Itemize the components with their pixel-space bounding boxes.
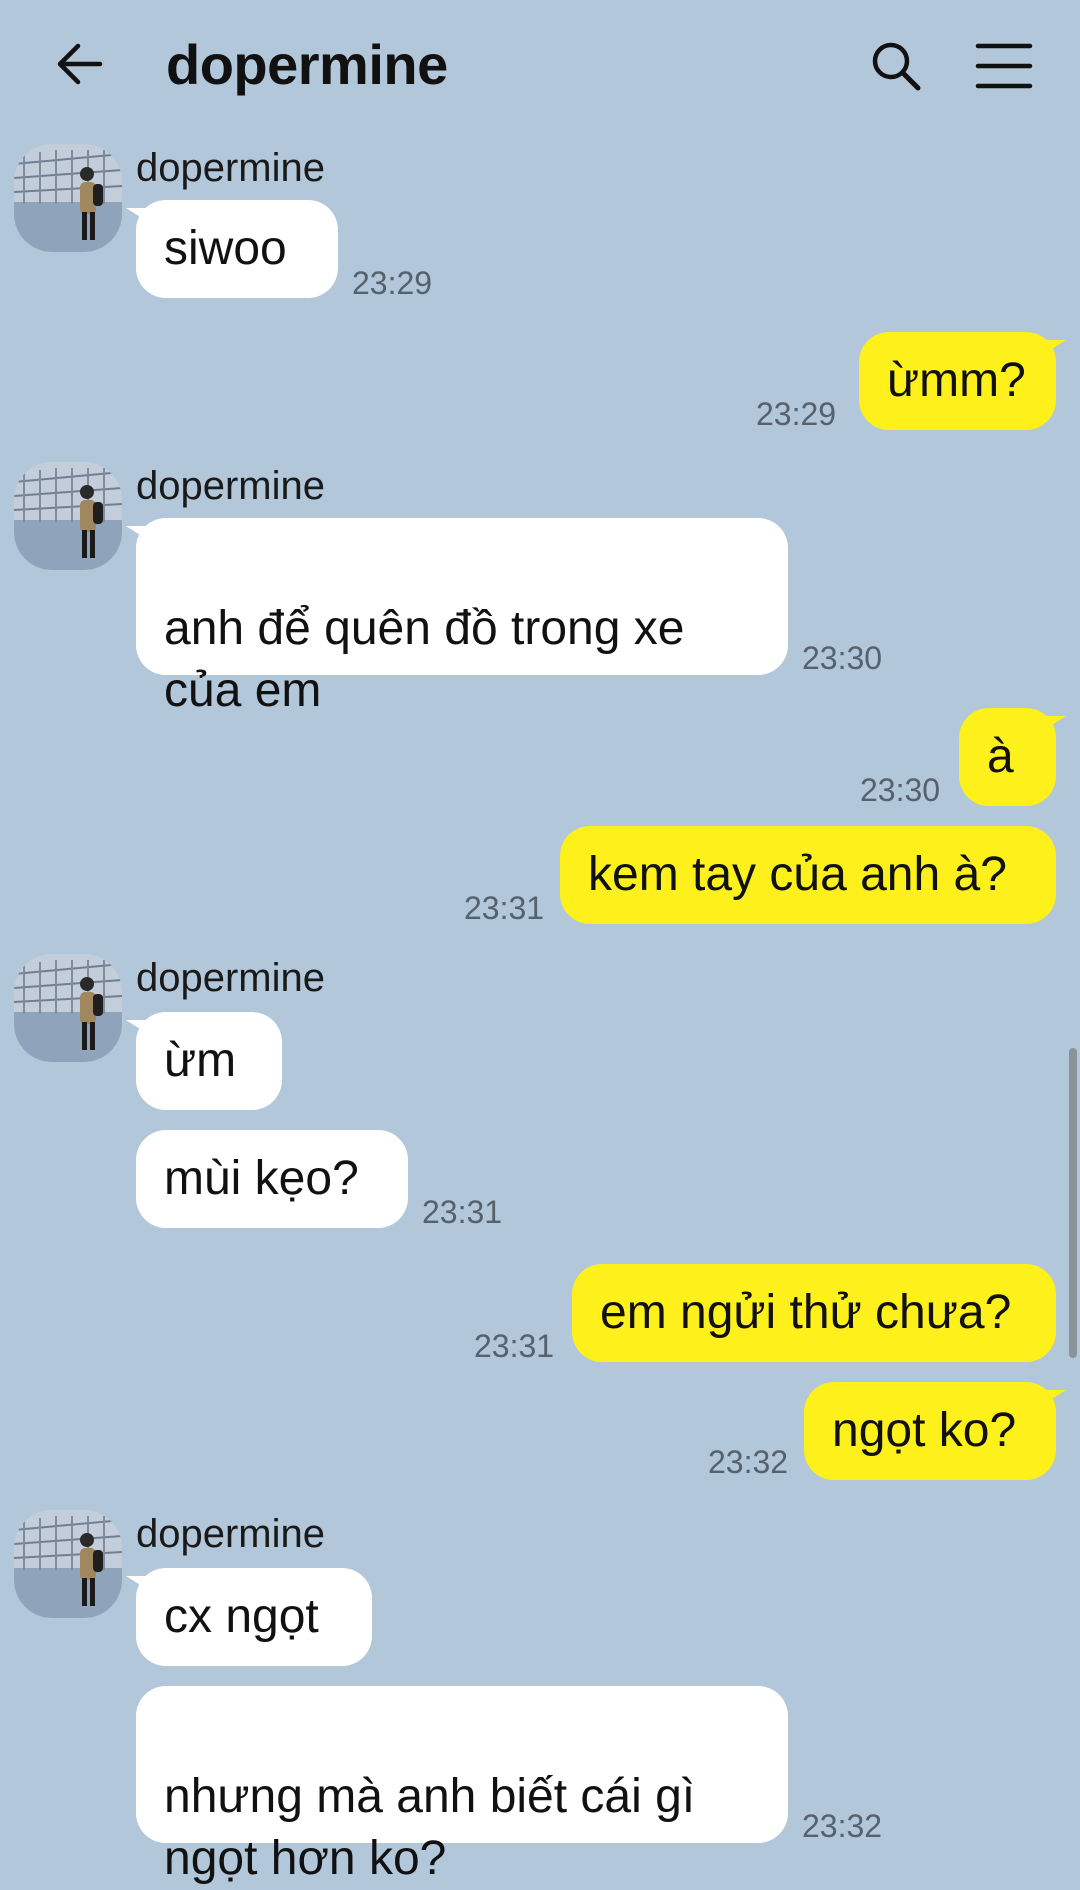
search-icon bbox=[872, 42, 921, 91]
chat-header: dopermine bbox=[0, 0, 1080, 130]
avatar[interactable] bbox=[14, 144, 122, 252]
incoming-message-bubble[interactable]: anh để quên đồ trong xe của em bbox=[126, 518, 788, 717]
back-button[interactable] bbox=[50, 36, 110, 96]
message-time: 23:32 bbox=[708, 1444, 789, 1480]
avatar-photo bbox=[14, 144, 122, 252]
arrow-left-icon bbox=[57, 43, 103, 85]
message-time: 23:30 bbox=[860, 772, 941, 808]
outgoing-message-bubble[interactable]: ừmm? bbox=[859, 332, 1066, 430]
chat-title: dopermine bbox=[166, 33, 448, 96]
message-text: nhưng mà anh biết cái gì ngọt hơn ko? bbox=[164, 1770, 696, 1885]
message-text: mùi kẹo? bbox=[164, 1152, 359, 1205]
avatar[interactable] bbox=[14, 954, 122, 1062]
message-text: cx ngọt bbox=[164, 1590, 319, 1643]
sender-name: dopermine bbox=[136, 464, 326, 508]
incoming-message-bubble[interactable]: cx ngọt bbox=[126, 1568, 372, 1666]
message-time: 23:31 bbox=[422, 1194, 503, 1230]
incoming-message-bubble[interactable]: ừm bbox=[126, 1012, 282, 1110]
message-text: kem tay của anh à? bbox=[588, 848, 1007, 901]
message-time: 23:30 bbox=[802, 640, 883, 676]
outgoing-message-bubble[interactable]: à bbox=[959, 708, 1066, 806]
outgoing-message-bubble[interactable]: kem tay của anh à? bbox=[560, 826, 1056, 924]
avatar[interactable] bbox=[14, 462, 122, 570]
message-time: 23:31 bbox=[474, 1328, 555, 1364]
message-text: ừmm? bbox=[887, 354, 1026, 407]
avatar-photo bbox=[14, 954, 122, 1062]
message-text: ừm bbox=[164, 1034, 237, 1087]
hamburger-menu-icon bbox=[975, 43, 1033, 89]
search-button[interactable] bbox=[866, 36, 926, 96]
scrollbar-thumb[interactable] bbox=[1069, 1048, 1077, 1358]
sender-name: dopermine bbox=[136, 956, 326, 1000]
avatar-photo bbox=[14, 1510, 122, 1618]
outgoing-message-bubble[interactable]: em ngửi thử chưa? bbox=[572, 1264, 1056, 1362]
outgoing-message-bubble[interactable]: ngọt ko? bbox=[804, 1382, 1066, 1480]
menu-button[interactable] bbox=[974, 38, 1034, 98]
avatar-photo bbox=[14, 462, 122, 570]
message-time: 23:29 bbox=[756, 396, 837, 432]
sender-name: dopermine bbox=[136, 1512, 326, 1556]
message-text: siwoo bbox=[164, 222, 287, 275]
incoming-message-bubble[interactable]: siwoo bbox=[126, 200, 338, 298]
message-time: 23:32 bbox=[802, 1808, 883, 1844]
message-text: ngọt ko? bbox=[832, 1404, 1017, 1457]
message-text: anh để quên đồ trong xe của em bbox=[164, 602, 685, 717]
sender-name: dopermine bbox=[136, 146, 326, 190]
message-time: 23:29 bbox=[352, 265, 433, 301]
message-text: à bbox=[987, 730, 1014, 783]
avatar[interactable] bbox=[14, 1510, 122, 1618]
incoming-message-bubble[interactable]: mùi kẹo? bbox=[136, 1130, 408, 1228]
incoming-message-bubble[interactable]: nhưng mà anh biết cái gì ngọt hơn ko? bbox=[136, 1686, 788, 1885]
message-time: 23:31 bbox=[464, 890, 545, 926]
message-text: em ngửi thử chưa? bbox=[600, 1286, 1012, 1339]
